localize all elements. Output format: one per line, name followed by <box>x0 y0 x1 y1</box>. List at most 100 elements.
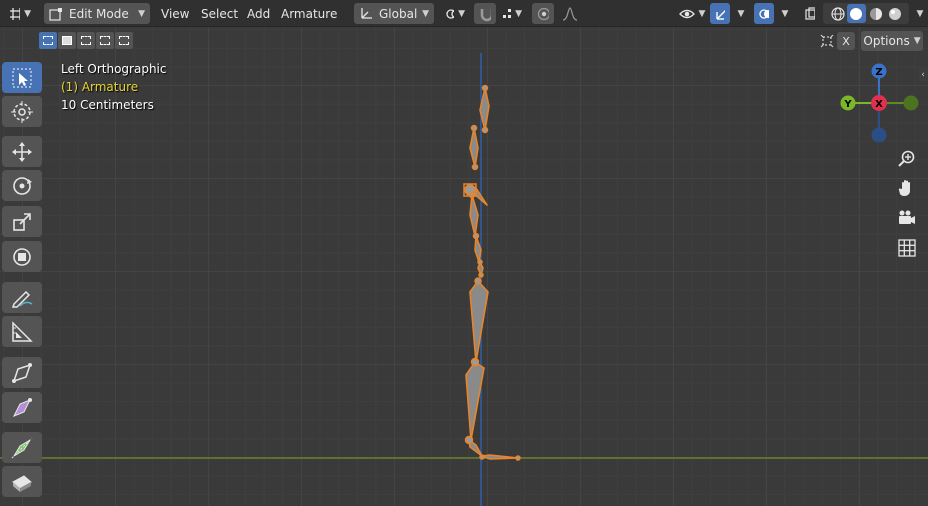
chevron-down-icon: ▼ <box>698 8 706 19</box>
pan-button[interactable] <box>893 174 921 202</box>
chevron-left-icon: ‹ <box>921 70 925 80</box>
rotate-tool[interactable] <box>2 170 42 201</box>
snap-target-button[interactable]: ▼ <box>497 3 527 24</box>
gizmo-y-label: Y <box>843 99 852 110</box>
annotate-tool[interactable] <box>2 282 42 313</box>
move-tool[interactable] <box>2 136 42 167</box>
menu-select[interactable]: Select <box>196 3 243 24</box>
options-button[interactable]: Options ▼ <box>861 31 923 51</box>
xray-toggle[interactable] <box>800 3 820 24</box>
falloff-curve-icon <box>562 6 578 21</box>
select-invert-button[interactable] <box>96 32 114 49</box>
eye-icon <box>678 9 695 18</box>
gizmo-dropdown[interactable]: ▼ <box>731 3 747 24</box>
overlays-toggle[interactable] <box>754 3 774 24</box>
editor-type-button[interactable]: ▼ <box>4 3 36 24</box>
snap-increment-icon <box>503 8 511 18</box>
bone-spine-mid <box>474 235 482 263</box>
transform-tool[interactable] <box>2 241 42 272</box>
bones <box>465 87 519 460</box>
scale-tool[interactable] <box>2 206 42 237</box>
chevron-down-icon: ▼ <box>138 8 145 19</box>
material-shading-icon[interactable] <box>868 6 883 22</box>
options-label: Options <box>863 34 910 48</box>
edit-mode-icon <box>49 7 62 21</box>
tool-settings-bar: X Options ▼ <box>0 27 928 53</box>
solid-shading-button[interactable] <box>847 4 866 23</box>
menu-view[interactable]: View <box>156 3 194 24</box>
chevron-down-icon: ▼ <box>913 36 921 46</box>
ruler-icon <box>12 320 33 342</box>
orientation-axes-icon <box>361 7 372 19</box>
gizmo-neg-z <box>871 127 887 143</box>
scale-icon <box>13 212 31 231</box>
chevron-down-icon: ▼ <box>422 8 429 19</box>
pencil-icon <box>11 290 33 308</box>
grid-icon <box>898 239 916 257</box>
wireframe-shading-icon[interactable] <box>830 6 845 22</box>
bone-extrude-icon <box>12 362 32 383</box>
view-name-label: Left Orthographic <box>61 62 167 76</box>
sidebar-toggle[interactable]: ‹ <box>918 68 928 82</box>
measure-tool[interactable] <box>2 316 42 347</box>
mode-select[interactable]: Edit Mode ▼ <box>44 3 150 24</box>
rendered-shading-icon[interactable] <box>887 6 902 22</box>
falloff-button[interactable] <box>555 3 585 24</box>
select-subtract-button[interactable] <box>77 32 95 49</box>
zoom-button[interactable] <box>893 144 921 172</box>
select-intersect-button[interactable] <box>115 32 133 49</box>
select-invert-icon <box>100 36 110 45</box>
menu-add[interactable]: Add <box>242 3 275 24</box>
bone-roll-icon <box>12 397 32 417</box>
chevron-down-icon: ▼ <box>916 8 924 19</box>
zoom-icon <box>898 150 915 167</box>
ortho-toggle-button[interactable] <box>893 234 921 262</box>
bone-size-tool[interactable] <box>2 432 42 463</box>
hand-icon <box>898 180 910 196</box>
shading-mode-group <box>823 3 909 24</box>
proportional-edit-icon <box>537 7 549 20</box>
gizmo-icon <box>716 9 725 20</box>
gizmo-neg-y <box>903 95 919 111</box>
overlays-icon <box>759 8 769 19</box>
extrude-tool[interactable] <box>2 357 42 388</box>
gizmo-toggle[interactable] <box>710 3 730 24</box>
gizmo-x-label: X <box>875 99 883 110</box>
pivot-point-button[interactable]: ▼ <box>440 3 470 24</box>
transform-orientation-select[interactable]: Global ▼ <box>354 3 434 24</box>
orientation-label: Global <box>379 6 418 21</box>
camera-icon <box>899 210 915 224</box>
mode-label: Edit Mode <box>69 6 129 21</box>
cursor-tool[interactable] <box>2 96 42 127</box>
bone-thigh <box>469 280 489 363</box>
envelope-tool[interactable] <box>2 466 42 497</box>
transform-icon <box>13 247 31 266</box>
select-new-icon <box>43 36 53 45</box>
move-arrows-icon <box>12 141 32 162</box>
chevron-down-icon: ▼ <box>24 8 31 19</box>
chevron-down-icon: ▼ <box>458 8 465 19</box>
navigation-gizmo[interactable]: Z Y X <box>834 58 928 148</box>
shading-dropdown[interactable]: ▼ <box>910 3 926 24</box>
envelope-box-icon <box>12 474 32 492</box>
select-box-tool[interactable] <box>2 62 42 93</box>
visibility-button[interactable]: ▼ <box>672 3 712 24</box>
select-extend-icon <box>62 36 72 45</box>
roll-tool[interactable] <box>2 392 42 423</box>
select-extend-button[interactable] <box>58 32 76 49</box>
snap-toggle[interactable] <box>474 3 496 24</box>
camera-view-button[interactable] <box>893 204 921 232</box>
bone-neck <box>469 127 479 168</box>
select-subtract-icon <box>81 36 91 45</box>
chevron-down-icon: ▼ <box>781 8 789 19</box>
transform-affect-icon[interactable] <box>818 32 836 50</box>
select-new-button[interactable] <box>39 32 57 49</box>
active-object-label: (1) Armature <box>61 80 139 94</box>
overlays-dropdown[interactable]: ▼ <box>775 3 791 24</box>
bone-toe <box>481 454 519 460</box>
menu-armature[interactable]: Armature <box>276 3 342 24</box>
gizmo-z-label: Z <box>875 67 882 78</box>
pivot-icon <box>446 8 455 19</box>
proportional-edit-toggle[interactable] <box>532 3 554 24</box>
mirror-x-toggle[interactable]: X <box>837 32 855 50</box>
